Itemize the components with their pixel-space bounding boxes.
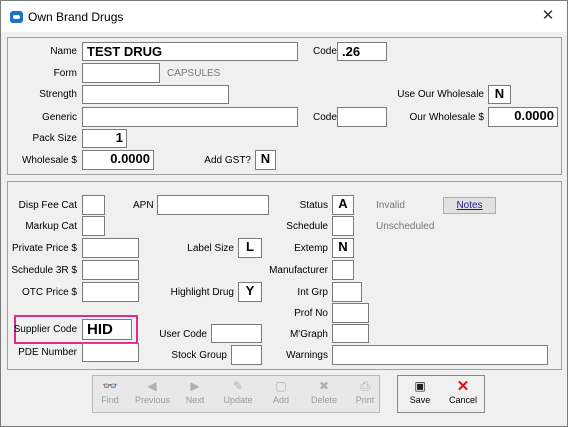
pack-size-field[interactable]: 1 [82, 129, 127, 148]
user-code-label: User Code [159, 329, 207, 340]
save-button[interactable]: ▣ Save [406, 378, 434, 410]
prof-no-label: Prof No [294, 308, 328, 319]
warnings-label: Warnings [286, 350, 328, 361]
apn-label: APN [133, 200, 154, 211]
our-wholesale-field[interactable]: 0.0000 [488, 107, 558, 127]
own-brand-drugs-window: Own Brand Drugs ✕ Name TEST DRUG Code .2… [0, 0, 568, 427]
previous-button[interactable]: ◀ Previous [135, 378, 171, 410]
schedule-field[interactable] [332, 216, 354, 236]
find-label: Find [101, 395, 119, 405]
delete-button[interactable]: ✖ Delete [308, 378, 340, 410]
wholesale-label: Wholesale $ [21, 155, 77, 166]
markup-cat-field[interactable] [82, 216, 105, 236]
use-wholesale-field[interactable]: N [488, 85, 511, 104]
save-label: Save [409, 395, 431, 405]
status-field[interactable]: A [332, 195, 354, 215]
apn-field[interactable] [157, 195, 269, 215]
schedule-3r-field[interactable] [82, 260, 139, 280]
schedule-3r-label: Schedule 3R $ [11, 265, 77, 276]
use-wholesale-label: Use Our Wholesale [397, 89, 484, 100]
strength-label: Strength [39, 89, 77, 100]
user-code-field[interactable] [211, 324, 262, 343]
binoculars-icon: 👓 [102, 379, 118, 393]
arrow-right-icon: ▶ [190, 379, 200, 393]
mgraph-field[interactable] [332, 324, 369, 343]
supplier-code-label: Supplier Code [13, 324, 77, 335]
form-label: Form [53, 68, 77, 79]
print-label: Print [355, 395, 375, 405]
otc-price-field[interactable] [82, 282, 139, 302]
int-grp-label: Int Grp [297, 287, 328, 298]
extemp-field[interactable]: N [332, 238, 354, 258]
cancel-button[interactable]: ✕ Cancel [446, 378, 480, 410]
app-icon [10, 11, 23, 23]
stock-group-field[interactable] [231, 345, 262, 365]
edit-icon: ✎ [232, 379, 244, 393]
mgraph-label: M'Graph [289, 329, 328, 340]
floppy-disk-icon: ▣ [414, 379, 426, 393]
delete-label: Delete [310, 395, 337, 405]
next-button[interactable]: ▶ Next [181, 378, 209, 410]
add-button[interactable]: ▢ Add [267, 378, 295, 410]
generic-label: Generic [41, 112, 77, 123]
markup-cat-label: Markup Cat [25, 221, 77, 232]
pde-number-field[interactable] [82, 343, 139, 362]
name-field[interactable]: TEST DRUG [82, 42, 298, 61]
disp-fee-cat-label: Disp Fee Cat [18, 200, 77, 211]
warnings-field[interactable] [332, 345, 548, 365]
cancel-x-icon: ✕ [456, 378, 470, 395]
strength-field[interactable] [82, 85, 229, 104]
generic-field[interactable] [82, 107, 298, 127]
form-field[interactable] [82, 63, 160, 83]
private-price-field[interactable] [82, 238, 139, 258]
new-document-icon: ▢ [275, 379, 287, 393]
label-size-field[interactable]: L [238, 238, 262, 258]
pde-number-label: PDE Number [18, 347, 77, 358]
update-button[interactable]: ✎ Update [221, 378, 255, 410]
window-title: Own Brand Drugs [28, 10, 124, 24]
code-label: Code [313, 46, 337, 57]
name-label: Name [50, 46, 77, 57]
int-grp-field[interactable] [332, 282, 362, 302]
printer-icon: ⎙ [360, 379, 370, 393]
find-button[interactable]: 👓 Find [96, 378, 124, 410]
extemp-label: Extemp [294, 243, 328, 254]
delete-document-icon: ✖ [318, 379, 330, 393]
manufacturer-field[interactable] [332, 260, 354, 280]
highlight-drug-label: Highlight Drug [170, 287, 234, 298]
prof-no-field[interactable] [332, 303, 369, 323]
code-field[interactable]: .26 [337, 42, 387, 61]
next-label: Next [185, 395, 205, 405]
disp-fee-cat-field[interactable] [82, 195, 105, 215]
form-hint: CAPSULES [167, 68, 221, 79]
supplier-code-field[interactable]: HID [82, 319, 132, 340]
otc-price-label: OTC Price $ [21, 287, 77, 298]
wholesale-field[interactable]: 0.0000 [82, 150, 154, 170]
highlight-drug-field[interactable]: Y [238, 282, 262, 302]
schedule-label: Schedule [286, 221, 328, 232]
add-label: Add [272, 395, 289, 405]
private-price-label: Private Price $ [11, 243, 77, 254]
add-gst-field[interactable]: N [255, 150, 276, 170]
generic-code-label: Code [313, 112, 337, 123]
print-button[interactable]: ⎙ Print [351, 378, 379, 410]
update-label: Update [223, 395, 253, 405]
pack-size-label: Pack Size [32, 133, 77, 144]
our-wholesale-label: Our Wholesale $ [409, 112, 484, 123]
manufacturer-label: Manufacturer [269, 265, 328, 276]
stock-group-label: Stock Group [171, 350, 227, 361]
cancel-label: Cancel [448, 395, 477, 405]
title-bar: Own Brand Drugs ✕ [1, 1, 567, 32]
notes-button[interactable]: Notes [443, 197, 496, 214]
close-icon[interactable]: ✕ [535, 5, 561, 27]
arrow-left-icon: ◀ [147, 379, 157, 393]
status-label: Status [299, 200, 328, 211]
generic-code-field[interactable] [337, 107, 387, 127]
label-size-label: Label Size [187, 243, 234, 254]
schedule-text: Unscheduled [376, 221, 435, 232]
status-text: Invalid [376, 200, 405, 211]
add-gst-label: Add GST? [204, 155, 251, 166]
previous-label: Previous [135, 395, 171, 405]
